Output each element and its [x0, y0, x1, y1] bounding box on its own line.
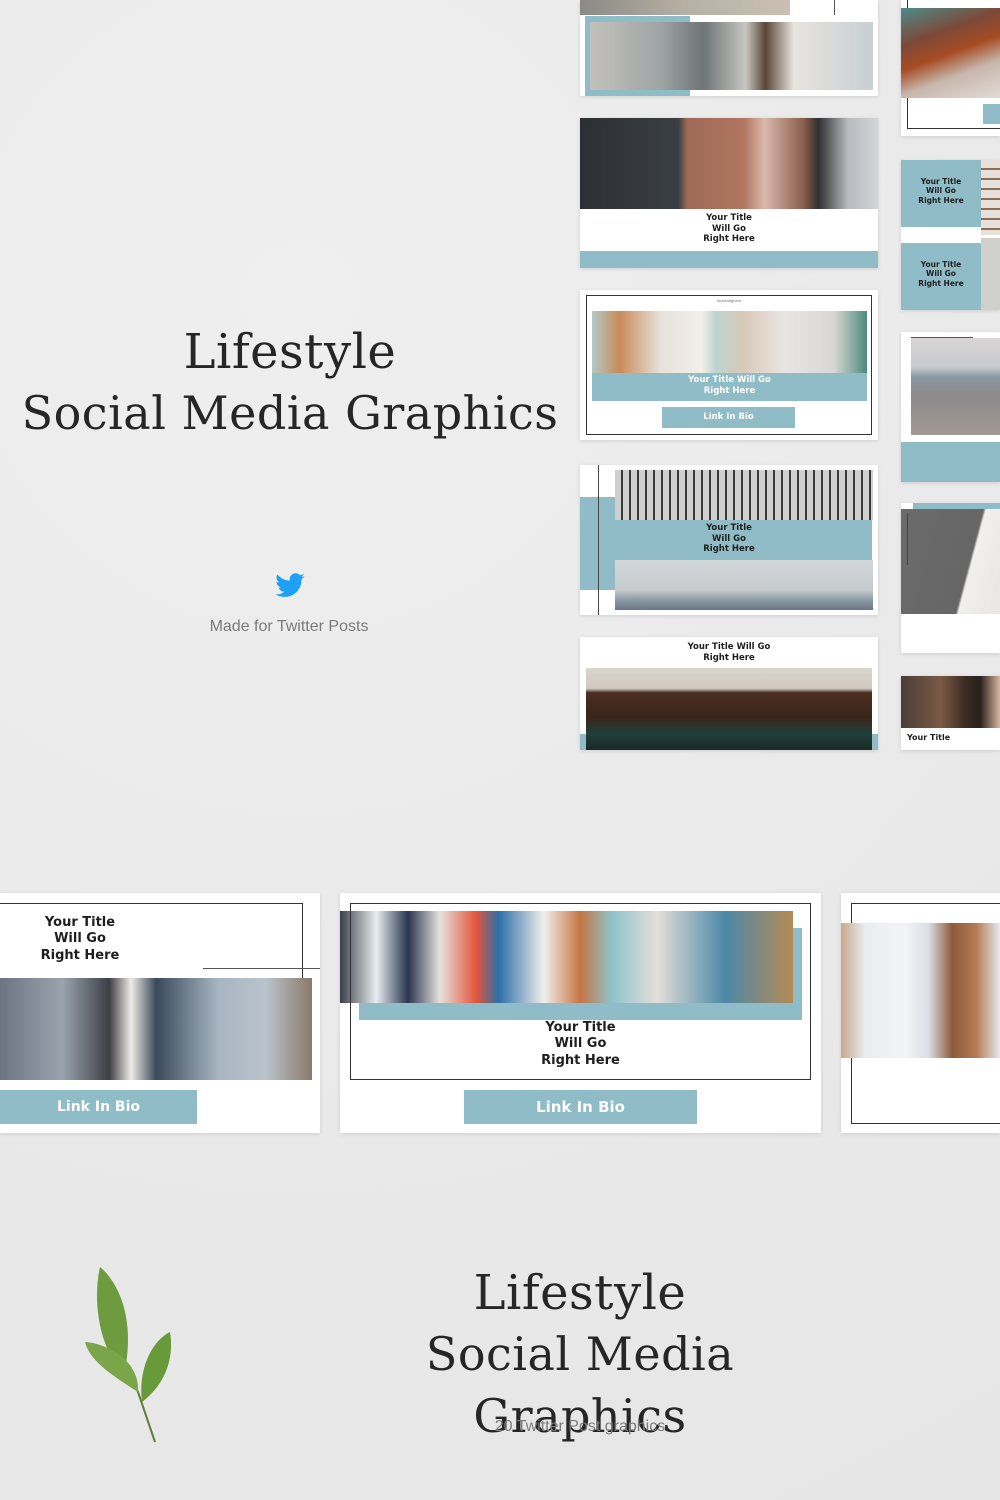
template-card-coffee-woman[interactable]: Your Title Will Go Right Here [580, 118, 878, 268]
template-card-partial-3[interactable] [901, 332, 1000, 482]
template-card-partial-2[interactable]: Your Title Will Go Right Here Your Title… [901, 160, 1000, 310]
template-card-partial-1[interactable] [901, 0, 1000, 136]
link-in-bio-button[interactable]: Link In Bio [662, 407, 795, 428]
photo-blur [981, 238, 1000, 310]
card-title: Your Title Will Go Right Here [40, 915, 120, 963]
photo-sunglasses-man [901, 676, 1000, 728]
teal-bar [901, 442, 1000, 482]
template-card-living-room[interactable]: Your Title Will Go Right Here Link In Bi… [340, 893, 821, 1133]
photo-pointing-man [615, 560, 873, 610]
card-title: Your Title Will Go Right Here [688, 375, 771, 396]
card-title: Your Title Will Go Right Here [918, 260, 964, 288]
photo-building [901, 509, 1000, 614]
twitter-bird-icon [272, 570, 308, 602]
card-title: Your Title Will Go Right Here [918, 177, 964, 205]
template-card-denim-man[interactable]: Your Title Will Go Right Here [580, 465, 878, 615]
card-title: Your Title [907, 733, 951, 742]
hero-bottom-subtitle: 20 Twitter Post graphics [494, 1418, 666, 1435]
hero-top-title: Lifestyle Social Media Graphics [0, 322, 580, 444]
photo-interior [901, 8, 1000, 98]
frame-line [907, 513, 908, 565]
link-in-bio-button[interactable]: Link In Bio [464, 1090, 697, 1124]
hero-top-title-line1: Lifestyle [183, 324, 397, 380]
photo-street [580, 0, 790, 15]
hero-top-title-line2: Social Media Graphics [21, 386, 559, 440]
hero-bottom-title-line1: Lifestyle [473, 1265, 687, 1321]
photo-rooftop-woman [590, 22, 873, 90]
photo-guitar-couple [592, 311, 867, 373]
template-card-hat-woman[interactable]: Your Title Will Go Right Here Link In Bi… [0, 893, 320, 1133]
card-title: Your Title Will Go Right Here [703, 213, 755, 245]
template-card-partial-5[interactable]: Your Title [901, 676, 1000, 750]
template-card-partial-4[interactable] [901, 503, 1000, 653]
photo-coffee-woman [580, 118, 878, 209]
frame-line [834, 0, 835, 15]
photo-coastal-city [911, 338, 1000, 435]
photo-dining-room [841, 923, 1000, 1058]
photo-blinds [981, 160, 1000, 235]
hero-top-subtitle: Made for Twitter Posts [209, 618, 369, 635]
link-in-bio-button[interactable]: Link In Bio [0, 1090, 197, 1124]
teal-button [983, 104, 1000, 124]
teal-bar [580, 251, 878, 268]
photo-fence-man [615, 470, 873, 520]
frame-line [203, 968, 320, 969]
template-card-city-woman[interactable] [580, 0, 878, 96]
photo-reading-man [586, 668, 872, 750]
photo-hat-woman [0, 978, 312, 1080]
card-title: Your Title Will Go Right Here [541, 1020, 620, 1068]
template-card-dining-partial[interactable] [841, 893, 1000, 1133]
frame-line [911, 337, 973, 338]
hashtag-text: #hashtaghere [716, 298, 742, 303]
template-card-reading-man[interactable]: Your Title Will Go Right Here [580, 637, 878, 750]
template-card-guitar[interactable]: #hashtaghere Your Title Will Go Right He… [580, 290, 878, 440]
leaf-decoration-icon [80, 1262, 190, 1452]
card-title: Your Title Will Go Right Here [687, 642, 771, 663]
card-title: Your Title Will Go Right Here [703, 523, 755, 555]
